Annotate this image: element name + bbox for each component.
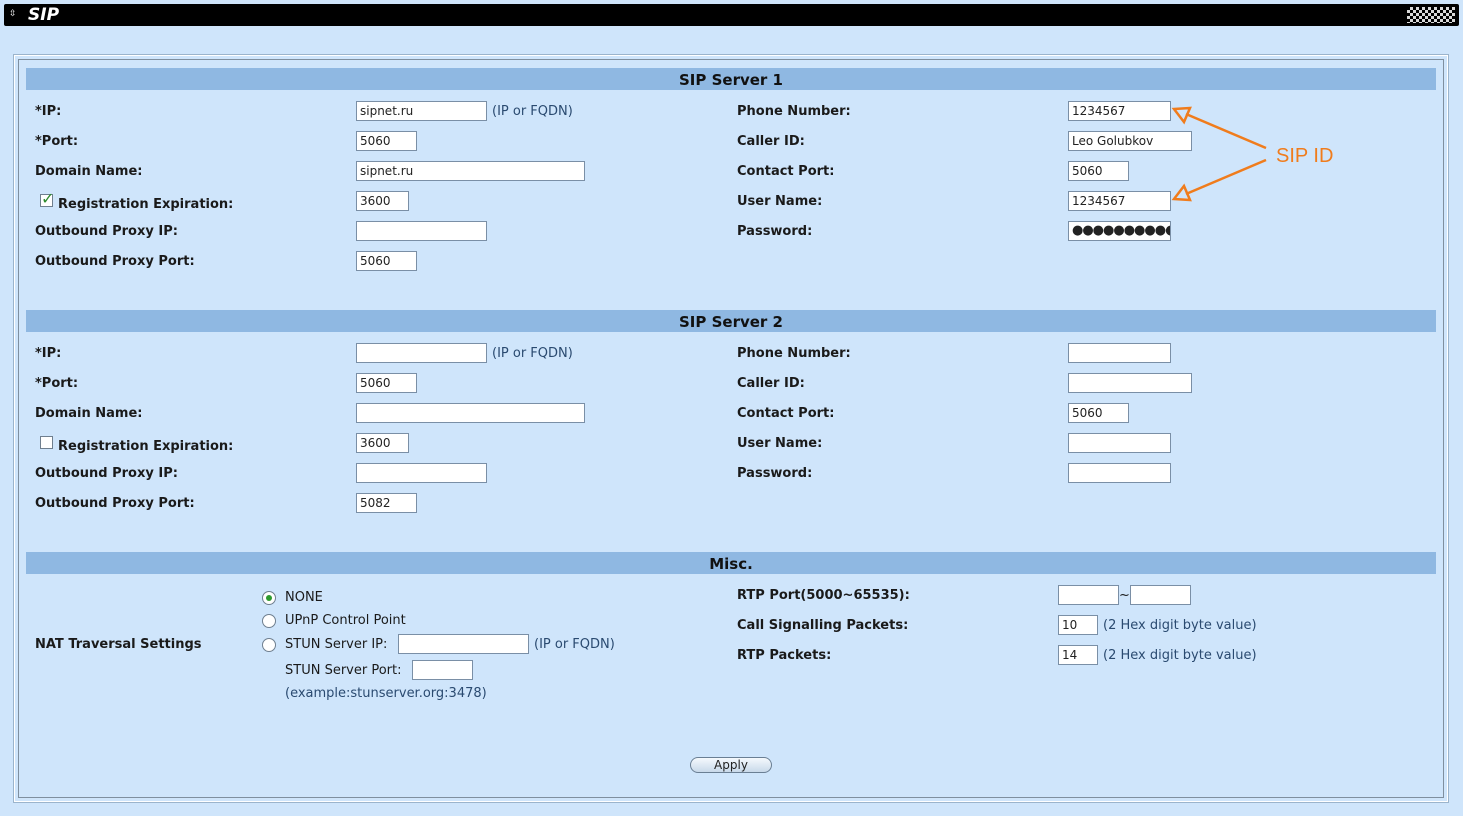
nat-none-label: NONE [285,590,323,605]
sip-id-annotation: SIP ID [1276,145,1334,167]
s2-contact-port-label: Contact Port: [737,406,835,421]
s1-phone-field[interactable]: 1234567 [1068,101,1171,121]
call-signalling-field[interactable]: 10 [1058,615,1098,635]
s1-oproxy-ip-label: Outbound Proxy IP: [35,224,178,239]
nat-none-radio[interactable] [262,591,276,605]
s2-callerid-field[interactable] [1068,373,1192,393]
s2-oproxy-ip-field[interactable] [356,463,487,483]
s2-username-label: User Name: [737,436,823,451]
rtp-port-separator: ~ [1119,588,1130,603]
s2-ip-field[interactable] [356,343,487,363]
stun-example-text: (example:stunserver.org:3478) [285,686,487,701]
s2-password-field[interactable] [1068,463,1171,483]
s2-username-field[interactable] [1068,433,1171,453]
sip-server-1-heading: SIP Server 1 [26,68,1436,90]
nat-stun-radio[interactable] [262,638,276,652]
s1-phone-label: Phone Number: [737,104,851,119]
stun-ip-field[interactable] [398,634,529,654]
s1-oproxy-port-label: Outbound Proxy Port: [35,254,195,269]
rtp-port-label: RTP Port(5000~65535): [737,588,910,603]
s1-password-field[interactable]: ●●●●●●●●●●●●● [1068,221,1171,241]
call-signalling-label: Call Signalling Packets: [737,618,909,633]
s1-port-label: *Port: [35,134,79,149]
s2-reg-expiration-checkbox[interactable] [40,436,53,449]
s1-domain-field[interactable]: sipnet.ru [356,161,585,181]
s1-contact-port-label: Contact Port: [737,164,835,179]
s2-phone-label: Phone Number: [737,346,851,361]
s1-reg-label: Registration Expiration: [58,197,234,212]
s1-reg-expiration-checkbox[interactable]: ✓ [40,190,54,208]
nat-upnp-radio[interactable] [262,614,276,628]
stun-port-field[interactable] [412,660,473,680]
s2-password-label: Password: [737,466,813,481]
nat-upnp-label: UPnP Control Point [285,613,406,628]
rtp-packets-hint: (2 Hex digit byte value) [1103,648,1257,663]
s2-phone-field[interactable] [1068,343,1171,363]
s1-contact-port-field[interactable]: 5060 [1068,161,1129,181]
s2-oproxy-port-field[interactable]: 5082 [356,493,417,513]
s2-domain-label: Domain Name: [35,406,143,421]
stun-ip-hint: (IP or FQDN) [534,637,615,652]
page-title: SIP [28,5,60,25]
s2-ip-label: *IP: [35,346,62,361]
rtp-port-from-field[interactable] [1058,585,1119,605]
s1-reg-field[interactable]: 3600 [356,191,409,211]
s1-oproxy-ip-field[interactable] [356,221,487,241]
s1-ip-label: *IP: [35,104,62,119]
rtp-port-to-field[interactable] [1130,585,1191,605]
s2-port-label: *Port: [35,376,79,391]
title-bar: ⇳ SIP [4,4,1459,26]
s1-ip-field[interactable]: sipnet.ru [356,101,487,121]
radio-selected-dot [266,595,272,601]
s2-port-field[interactable]: 5060 [356,373,417,393]
call-signalling-hint: (2 Hex digit byte value) [1103,618,1257,633]
stun-ip-label: STUN Server IP: [285,637,388,652]
s1-callerid-label: Caller ID: [737,134,805,149]
apply-button[interactable]: Apply [690,757,772,773]
stun-port-label: STUN Server Port: [285,663,402,678]
s2-oproxy-ip-label: Outbound Proxy IP: [35,466,178,481]
s2-oproxy-port-label: Outbound Proxy Port: [35,496,195,511]
s2-reg-field[interactable]: 3600 [356,433,409,453]
titlebar-pattern-decoration [1407,7,1455,23]
s1-ip-hint: (IP or FQDN) [492,104,573,119]
rtp-packets-field[interactable]: 14 [1058,645,1098,665]
s2-callerid-label: Caller ID: [737,376,805,391]
s1-username-field[interactable]: 1234567 [1068,191,1171,211]
sip-server-2-heading: SIP Server 2 [26,310,1436,332]
menu-arrow-icon[interactable]: ⇳ [9,8,19,20]
s1-port-field[interactable]: 5060 [356,131,417,151]
misc-heading: Misc. [26,552,1436,574]
s1-username-label: User Name: [737,194,823,209]
s2-reg-label: Registration Expiration: [58,439,234,454]
rtp-packets-label: RTP Packets: [737,648,832,663]
s1-password-label: Password: [737,224,813,239]
s2-contact-port-field[interactable]: 5060 [1068,403,1129,423]
s1-oproxy-port-field[interactable]: 5060 [356,251,417,271]
nat-traversal-label: NAT Traversal Settings [35,637,202,652]
s2-ip-hint: (IP or FQDN) [492,346,573,361]
s1-domain-label: Domain Name: [35,164,143,179]
s2-domain-field[interactable] [356,403,585,423]
sip-id-arrows [1171,106,1267,202]
checkmark-icon: ✓ [41,189,55,208]
